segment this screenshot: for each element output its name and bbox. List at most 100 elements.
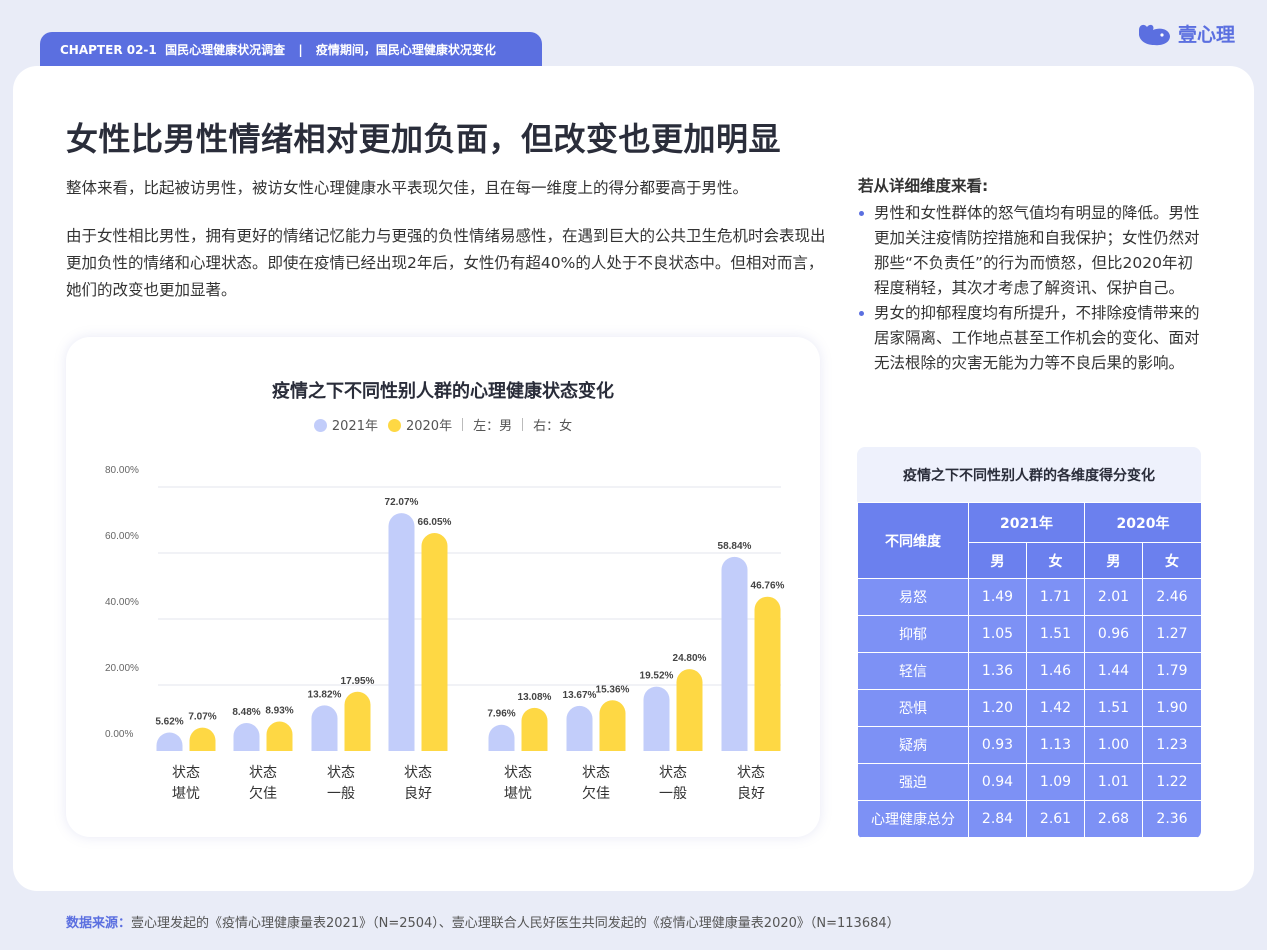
dimension-cell: 恐惧 [857,689,969,727]
score-cell: 1.51 [1026,615,1085,653]
score-cell: 1.00 [1084,726,1143,764]
x-tick-label: 欠佳 [582,786,610,802]
score-cell: 1.79 [1142,652,1201,690]
year-header: 2020年 [1084,502,1201,543]
score-cell: 1.09 [1026,763,1085,801]
chapter-separator: | [298,43,303,57]
bar [676,669,703,751]
data-label: 66.05% [418,517,452,528]
bar [233,723,260,751]
chapter-section: 国民心理健康状况调查 [165,43,286,57]
score-cell: 1.01 [1084,763,1143,801]
dimension-cell: 强迫 [857,763,969,801]
x-tick-label: 良好 [737,786,765,802]
table-row: 轻信 1.36 1.46 1.44 1.79 [857,652,1201,690]
x-tick-label: 状态 [172,765,200,781]
score-cell: 1.27 [1142,615,1201,653]
table-title: 疫情之下不同性别人群的各维度得分变化 [857,447,1201,502]
score-table: 不同维度 2021年 2020年 男 女 男 女 易怒 1.49 1.71 2.… [857,502,1201,838]
x-tick-label: 堪忧 [504,786,532,802]
data-label: 8.93% [265,706,293,717]
page-title: 女性比男性情绪相对更加负面，但改变也更加明显 [66,120,782,158]
table-row: 心理健康总分 2.84 2.61 2.68 2.36 [857,800,1201,838]
x-tick-label: 一般 [659,786,687,802]
data-label: 5.62% [155,716,183,727]
data-label: 13.82% [308,689,342,700]
data-label: 72.07% [385,497,419,508]
data-label: 13.67% [563,690,597,701]
score-table-panel: 疫情之下不同性别人群的各维度得分变化 不同维度 2021年 2020年 男 女 … [857,447,1201,839]
x-tick-label: 状态 [327,765,355,781]
score-cell: 2.84 [968,800,1027,838]
bar-chart: 0.00% 20.00% 40.00% 60.00% 80.00% 5.62% 8.48% 1… [105,465,785,802]
bar [266,721,293,751]
score-cell: 1.71 [1026,578,1085,616]
x-tick-label: 堪忧 [172,786,200,802]
detail-bullet: 男性和女性群体的怒气值均有明显的降低。男性更加关注疫情防控措施和自我保护；女性仍… [858,201,1203,301]
year-header: 2021年 [968,502,1085,543]
whale-icon [1138,24,1170,45]
detail-heading: 若从详细维度来看: [858,177,989,195]
bar [754,596,781,751]
data-label: 15.36% [596,684,630,695]
table-row: 易怒 1.49 1.71 2.01 2.46 [857,578,1201,616]
x-tick-label: 状态 [659,765,687,781]
score-cell: 2.46 [1142,578,1201,616]
dimension-cell: 易怒 [857,578,969,616]
table-row: 恐惧 1.20 1.42 1.51 1.90 [857,689,1201,727]
bar [189,727,216,751]
dimension-cell: 疑病 [857,726,969,764]
score-cell: 1.20 [968,689,1027,727]
data-label: 8.48% [232,707,260,718]
dimension-header: 不同维度 [857,502,969,579]
x-tick-label: 一般 [327,786,355,802]
dimension-cell: 轻信 [857,652,969,690]
score-cell: 1.05 [968,615,1027,653]
sex-header: 男 [968,542,1027,579]
data-label: 7.07% [188,712,216,723]
data-source-text: 壹心理发起的《疫情心理健康量表2021》（N=2504）、壹心理联合人民好医生共… [131,916,900,931]
brand-logo: 壹心理 [1136,20,1235,47]
brand-name: 壹心理 [1177,24,1235,46]
score-cell: 2.68 [1084,800,1143,838]
dimension-cell: 心理健康总分 [857,800,969,838]
x-tick-label: 欠佳 [249,786,277,802]
score-cell: 1.13 [1026,726,1085,764]
y-tick-label: 80.00% [105,465,139,476]
score-cell: 0.94 [968,763,1027,801]
bar [311,705,338,751]
bar [566,705,593,751]
intro-paragraph: 由于女性相比男性，拥有更好的情绪记忆能力与更强的负性情绪易感性，在遇到巨大的公共… [66,227,826,299]
score-cell: 1.36 [968,652,1027,690]
score-cell: 1.44 [1084,652,1143,690]
sex-header: 女 [1026,542,1085,579]
score-cell: 1.49 [968,578,1027,616]
data-label: 17.95% [341,676,375,687]
score-cell: 0.96 [1084,615,1143,653]
score-cell: 2.01 [1084,578,1143,616]
x-tick-label: 状态 [504,765,532,781]
chart-card: 疫情之下不同性别人群的心理健康状态变化 2021年 2020年 左：男 右：女 … [66,337,820,837]
sex-header: 女 [1142,542,1201,579]
chapter-number: CHAPTER 02-1 [60,43,157,57]
bar [721,556,748,751]
bar [599,700,626,751]
table-row: 强迫 0.94 1.09 1.01 1.22 [857,763,1201,801]
x-tick-label: 状态 [249,765,277,781]
chapter-subsection: 疫情期间，国民心理健康状况变化 [315,43,496,57]
data-label: 19.52% [640,671,674,682]
x-tick-label: 状态 [404,765,432,781]
sex-header: 男 [1084,542,1143,579]
bar [344,691,371,751]
y-tick-label: 60.00% [105,531,139,542]
chapter-tab: CHAPTER 02-1 国民心理健康状况调查 | 疫情期间，国民心理健康状况变… [40,32,542,68]
bar [421,533,448,751]
data-source-label: 数据来源： [66,916,132,931]
score-cell: 2.61 [1026,800,1085,838]
y-tick-label: 0.00% [105,729,133,740]
bar [388,513,415,751]
intro-text: 整体来看，比起被访男性，被访女性心理健康水平表现欠佳，且在每一维度上的得分都要高… [66,175,826,304]
x-tick-label: 良好 [404,786,432,802]
score-cell: 2.36 [1142,800,1201,838]
score-cell: 1.51 [1084,689,1143,727]
